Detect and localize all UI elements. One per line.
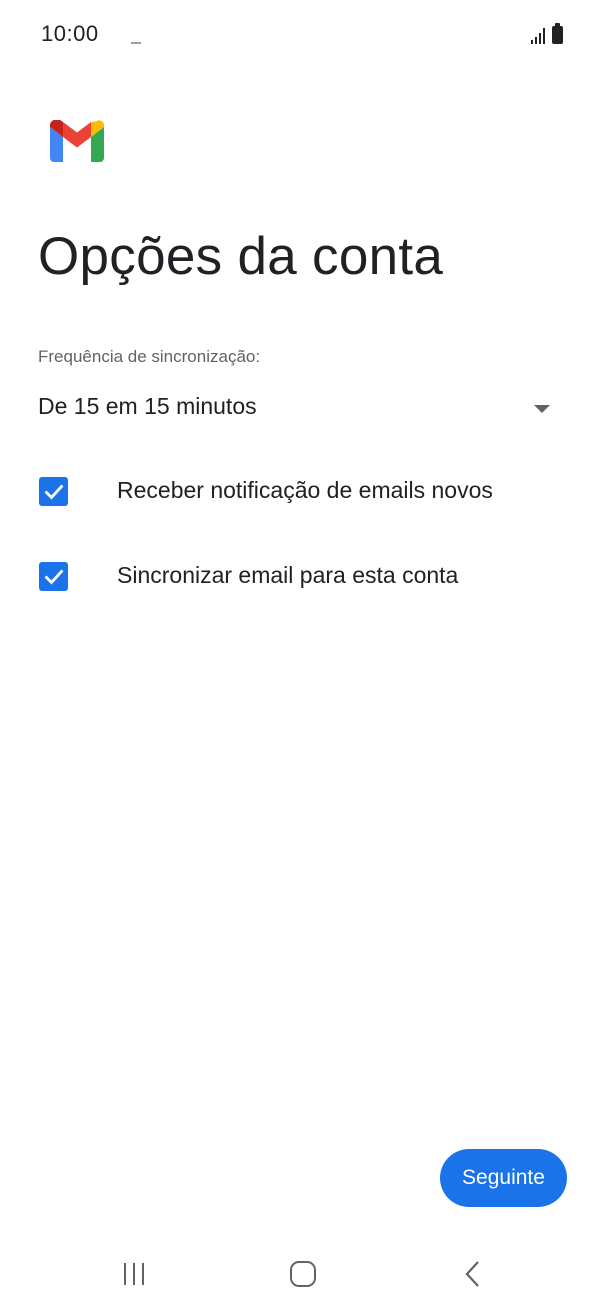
battery-icon <box>552 23 563 44</box>
page-title: Opções da conta <box>38 227 444 286</box>
option-sync-email[interactable]: Sincronizar email para esta conta <box>38 551 568 601</box>
gmail-logo-icon <box>50 120 104 162</box>
status-bar: 10:00 <box>0 0 604 70</box>
notification-indicator-icon <box>131 42 141 44</box>
status-time: 10:00 <box>41 21 99 46</box>
checkbox-sync-email[interactable] <box>39 562 68 591</box>
option-label: Sincronizar email para esta conta <box>117 562 459 588</box>
status-icons <box>530 23 563 44</box>
checkmark-icon <box>44 484 63 500</box>
next-button[interactable]: Seguinte <box>440 1149 567 1207</box>
home-icon[interactable] <box>278 1254 328 1294</box>
back-icon[interactable] <box>448 1254 498 1294</box>
checkmark-icon <box>44 569 63 585</box>
navigation-bar <box>0 1240 604 1310</box>
recent-apps-icon[interactable] <box>109 1254 159 1294</box>
checkbox-notify-new-emails[interactable] <box>39 477 68 506</box>
sync-frequency-dropdown[interactable]: De 15 em 15 minutos <box>38 390 558 430</box>
option-notify-new-emails[interactable]: Receber notificação de emails novos <box>38 466 568 516</box>
sync-frequency-label: Frequência de sincronização: <box>38 347 261 366</box>
option-label: Receber notificação de emails novos <box>117 477 493 503</box>
signal-icon <box>530 28 546 44</box>
sync-frequency-value: De 15 em 15 minutos <box>38 393 257 419</box>
dropdown-arrow-icon <box>534 405 550 413</box>
